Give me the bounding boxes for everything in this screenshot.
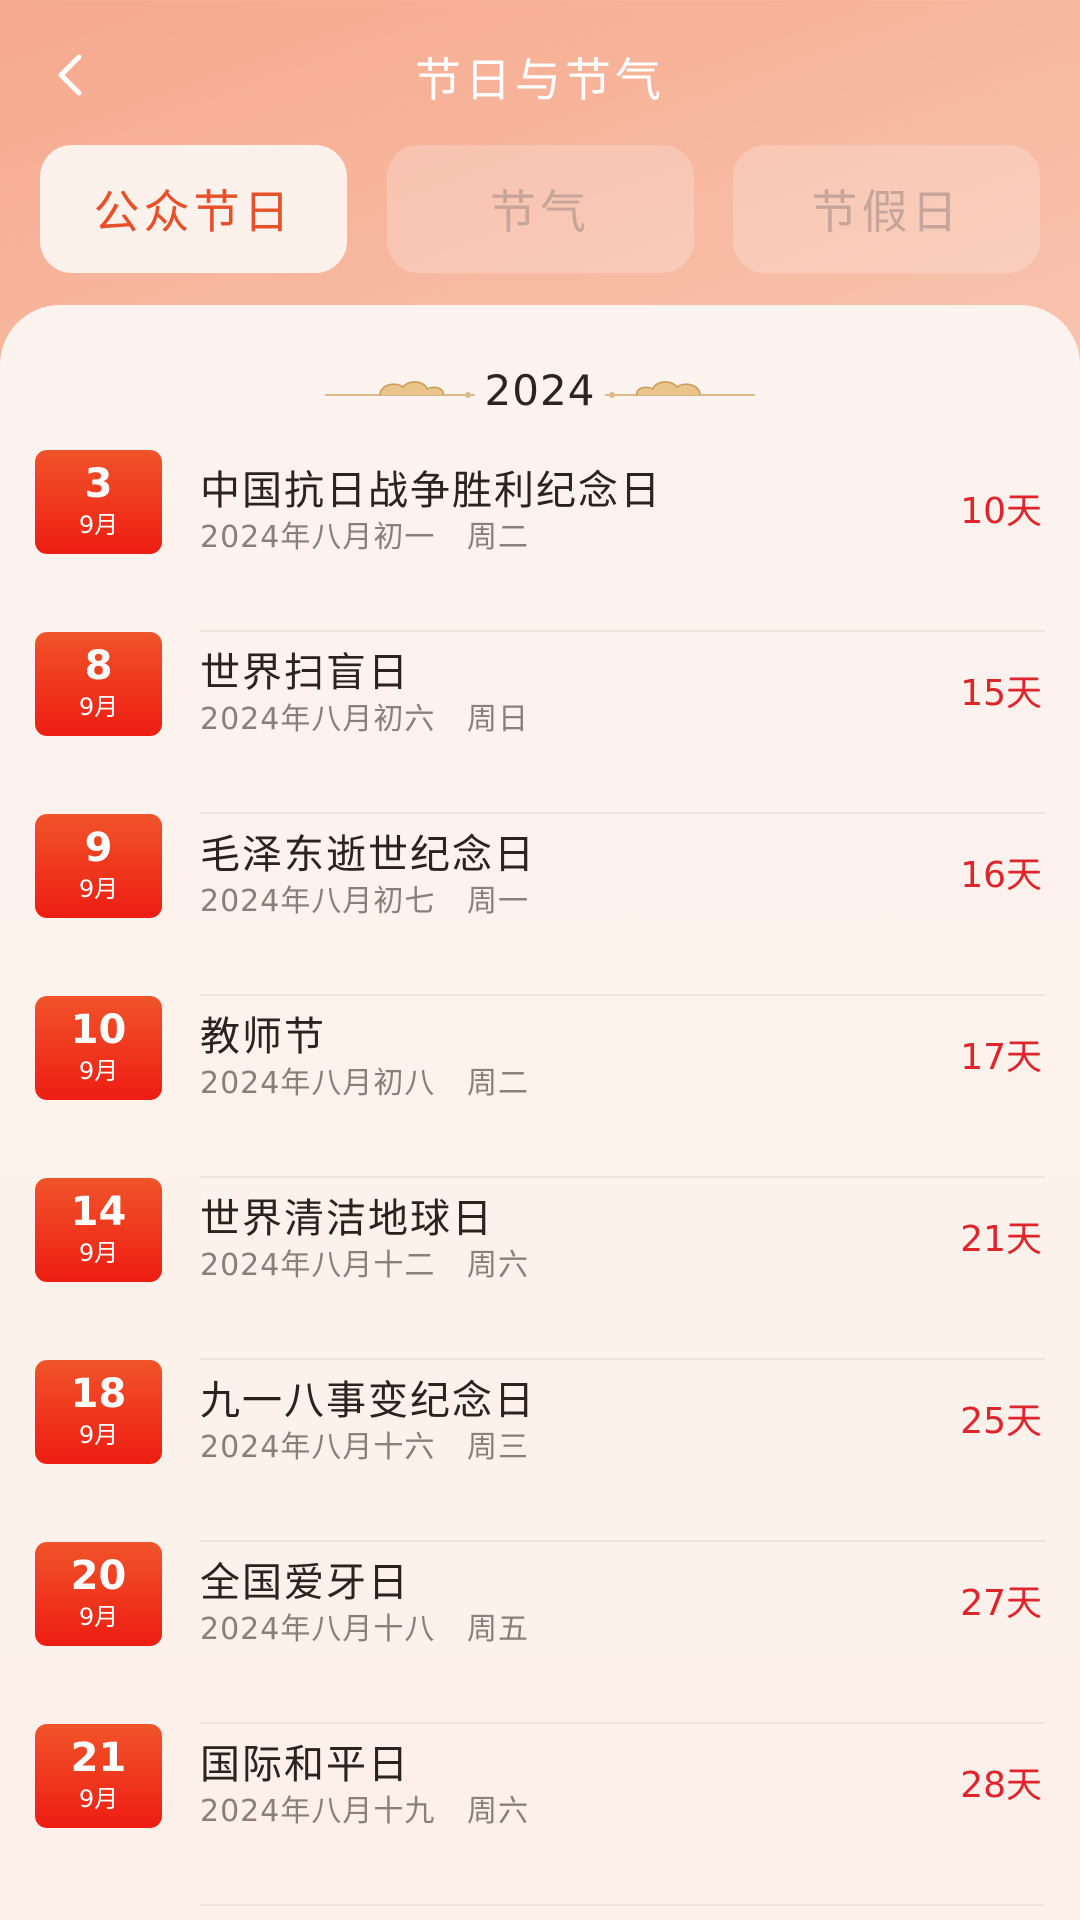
date-badge: 10 9月 <box>35 996 162 1100</box>
list-item[interactable]: 3 9月 中国抗日战争胜利纪念日 2024年八月初一 周二 10天 <box>0 450 1080 632</box>
weekday: 周日 <box>466 702 529 737</box>
date-badge: 20 9月 <box>35 1542 162 1646</box>
lunar-date: 2024年八月十九 <box>200 1794 436 1829</box>
lunar-date: 2024年八月初七 <box>200 884 436 919</box>
date-month: 9月 <box>78 1057 119 1085</box>
tab-bar: 公众节日 节气 节假日 <box>40 145 1040 273</box>
event-date-info: 2024年八月十六 周三 <box>200 1422 529 1466</box>
event-name: 教师节 <box>200 1014 326 1060</box>
date-day: 9 <box>84 825 113 871</box>
lunar-date: 2024年八月十八 <box>200 1612 436 1647</box>
date-badge: 21 9月 <box>35 1724 162 1828</box>
page-title: 节日与节气 <box>415 53 665 107</box>
lunar-date: 2024年八月十二 <box>200 1248 436 1283</box>
countdown: 27天 <box>960 1583 1042 1624</box>
countdown: 17天 <box>960 1037 1042 1078</box>
weekday: 周一 <box>466 884 529 919</box>
lunar-date: 2024年八月初八 <box>200 1066 436 1101</box>
date-day: 21 <box>70 1735 127 1781</box>
list-item[interactable]: 14 9月 世界清洁地球日 2024年八月十二 周六 21天 <box>0 1178 1080 1360</box>
tab-vacation-days[interactable]: 节假日 <box>733 145 1040 273</box>
date-day: 18 <box>70 1371 127 1417</box>
weekday: 周二 <box>466 520 529 555</box>
lunar-date: 2024年八月初一 <box>200 520 436 555</box>
event-date-info: 2024年八月十八 周五 <box>200 1604 529 1648</box>
event-list: 3 9月 中国抗日战争胜利纪念日 2024年八月初一 周二 10天 8 9月 世… <box>0 450 1080 1906</box>
event-list-card: 2024 3 9月 中国抗日战争胜利纪念日 2024年八月初一 周二 10天 8… <box>0 305 1080 1920</box>
countdown: 10天 <box>960 491 1042 532</box>
tab-solar-terms[interactable]: 节气 <box>386 145 694 273</box>
date-month: 9月 <box>78 1603 119 1631</box>
year-label: 2024 <box>484 365 596 415</box>
date-month: 9月 <box>78 1421 119 1449</box>
event-name: 中国抗日战争胜利纪念日 <box>200 468 662 514</box>
event-date-info: 2024年八月初一 周二 <box>200 512 529 556</box>
event-date-info: 2024年八月初八 周二 <box>200 1058 529 1102</box>
weekday: 周五 <box>466 1612 529 1647</box>
weekday: 周六 <box>466 1794 529 1829</box>
date-badge: 8 9月 <box>35 632 162 736</box>
event-name: 国际和平日 <box>200 1742 410 1788</box>
event-date-info: 2024年八月初六 周日 <box>200 694 529 738</box>
tab-public-holidays[interactable]: 公众节日 <box>40 145 347 273</box>
list-item[interactable]: 18 9月 九一八事变纪念日 2024年八月十六 周三 25天 <box>0 1360 1080 1542</box>
divider <box>200 1904 1045 1906</box>
countdown: 28天 <box>960 1765 1042 1806</box>
list-item[interactable]: 8 9月 世界扫盲日 2024年八月初六 周日 15天 <box>0 632 1080 814</box>
weekday: 周三 <box>466 1430 529 1465</box>
year-header: 2024 <box>0 360 1080 420</box>
cloud-ornament-right-icon <box>605 381 756 398</box>
list-item[interactable]: 20 9月 全国爱牙日 2024年八月十八 周五 27天 <box>0 1542 1080 1724</box>
date-month: 9月 <box>78 1239 119 1267</box>
date-badge: 3 9月 <box>35 450 162 554</box>
event-name: 世界清洁地球日 <box>200 1196 494 1242</box>
lunar-date: 2024年八月初六 <box>200 702 436 737</box>
date-day: 8 <box>84 643 113 689</box>
countdown: 15天 <box>960 673 1042 714</box>
date-badge: 9 9月 <box>35 814 162 918</box>
event-name: 全国爱牙日 <box>200 1560 410 1606</box>
lunar-date: 2024年八月十六 <box>200 1430 436 1465</box>
list-item[interactable]: 21 9月 国际和平日 2024年八月十九 周六 28天 <box>0 1724 1080 1906</box>
date-month: 9月 <box>78 511 119 539</box>
event-name: 世界扫盲日 <box>200 650 410 696</box>
date-month: 9月 <box>78 875 119 903</box>
event-date-info: 2024年八月十二 周六 <box>200 1240 529 1284</box>
date-day: 14 <box>70 1189 127 1235</box>
cloud-ornament-left-icon <box>324 381 475 398</box>
date-day: 10 <box>70 1007 127 1053</box>
date-badge: 18 9月 <box>35 1360 162 1464</box>
countdown: 16天 <box>960 855 1042 896</box>
date-day: 20 <box>70 1553 127 1599</box>
list-item[interactable]: 9 9月 毛泽东逝世纪念日 2024年八月初七 周一 16天 <box>0 814 1080 996</box>
countdown: 25天 <box>960 1401 1042 1442</box>
date-month: 9月 <box>78 693 119 721</box>
weekday: 周六 <box>466 1248 529 1283</box>
event-name: 毛泽东逝世纪念日 <box>200 832 536 878</box>
list-item[interactable]: 10 9月 教师节 2024年八月初八 周二 17天 <box>0 996 1080 1178</box>
date-badge: 14 9月 <box>35 1178 162 1282</box>
countdown: 21天 <box>960 1219 1042 1260</box>
event-date-info: 2024年八月初七 周一 <box>200 876 529 920</box>
date-month: 9月 <box>78 1785 119 1813</box>
header: 节日与节气 <box>0 0 1080 140</box>
event-date-info: 2024年八月十九 周六 <box>200 1786 529 1830</box>
event-name: 九一八事变纪念日 <box>200 1378 536 1424</box>
date-day: 3 <box>84 461 113 507</box>
weekday: 周二 <box>466 1066 529 1101</box>
